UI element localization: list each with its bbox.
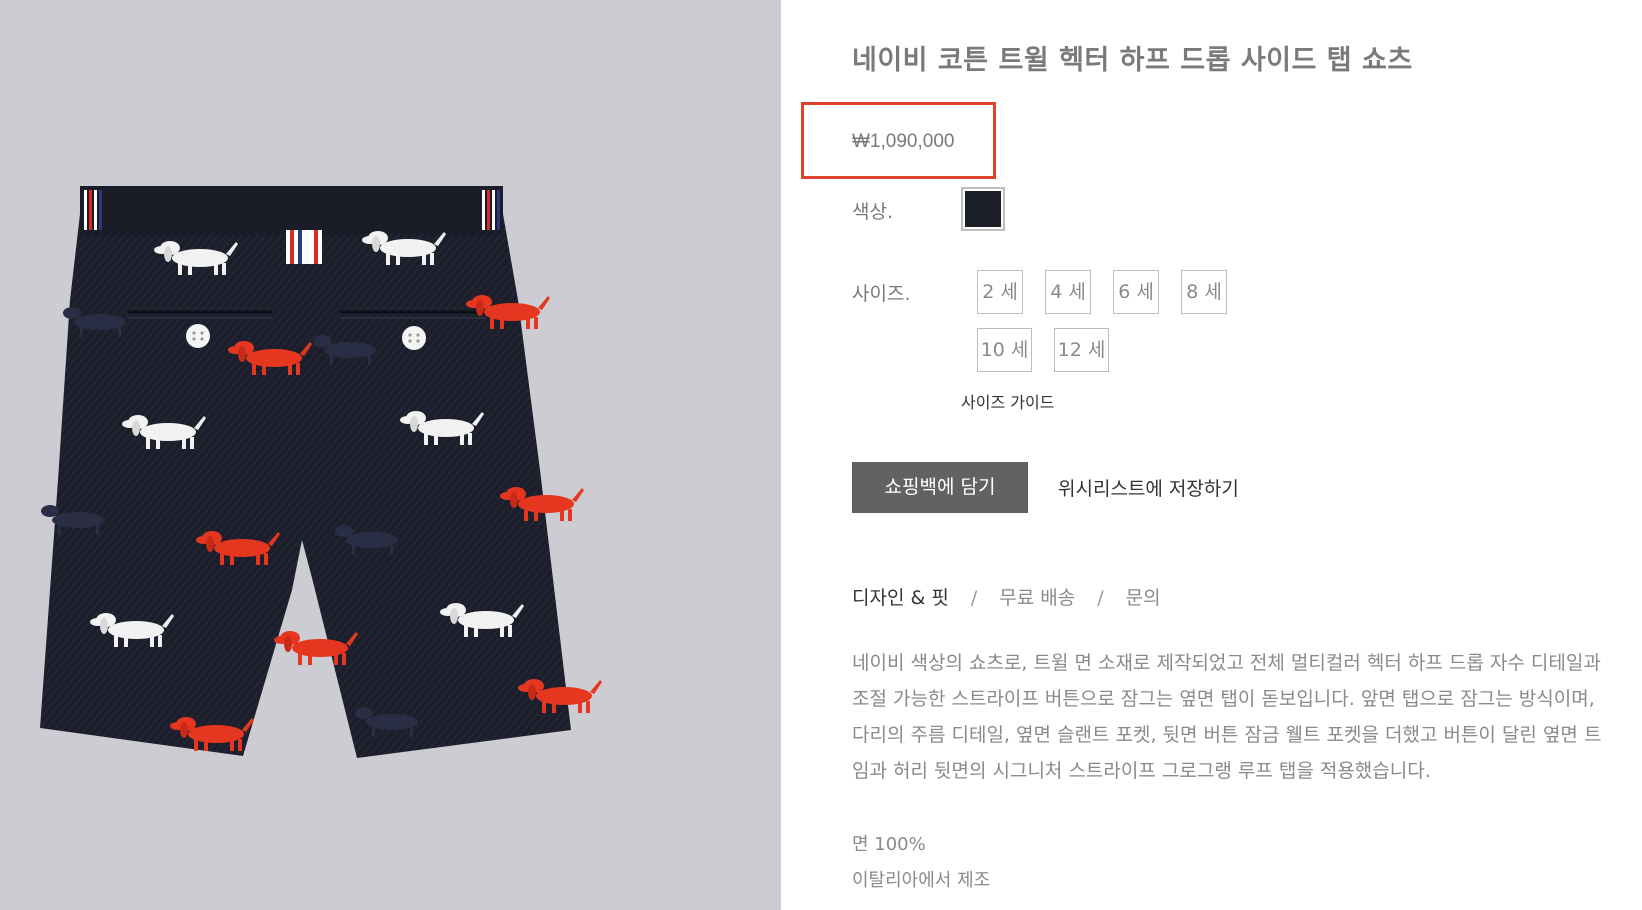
color-swatch-fill	[965, 191, 1001, 227]
tab-separator: /	[970, 587, 978, 609]
product-image	[40, 186, 602, 758]
add-to-bag-button[interactable]: 쇼핑백에 담기	[852, 462, 1028, 513]
size-option-2[interactable]: 2 세	[977, 270, 1023, 314]
size-option-8[interactable]: 8 세	[1181, 270, 1227, 314]
color-swatch-navy[interactable]	[961, 187, 1005, 231]
product-title: 네이비 코튼 트윌 헥터 하프 드롭 사이드 탭 쇼츠	[852, 45, 1413, 76]
product-image-panel	[0, 0, 781, 910]
size-option-4[interactable]: 4 세	[1045, 270, 1091, 314]
size-option-6[interactable]: 6 세	[1113, 270, 1159, 314]
tab-design-fit[interactable]: 디자인 & 핏	[852, 587, 949, 609]
size-label: 사이즈.	[852, 283, 911, 305]
tab-inquiry[interactable]: 문의	[1126, 587, 1161, 609]
color-label: 색상.	[852, 201, 893, 223]
size-option-10[interactable]: 10 세	[977, 328, 1032, 372]
size-option-12[interactable]: 12 세	[1054, 328, 1109, 372]
size-guide-link[interactable]: 사이즈 가이드	[961, 389, 1054, 413]
product-composition: 면 100%	[852, 834, 926, 855]
product-origin: 이탈리아에서 제조	[852, 870, 991, 891]
tab-separator: /	[1097, 587, 1104, 609]
tab-free-shipping[interactable]: 무료 배송	[999, 587, 1075, 609]
product-info-panel: 네이비 코튼 트윌 헥터 하프 드롭 사이드 탭 쇼츠 ₩1,090,000 색…	[781, 0, 1642, 910]
product-price: ₩1,090,000	[852, 131, 955, 152]
info-tabs: 디자인 & 핏 / 무료 배송 / 문의	[852, 583, 1161, 610]
product-description: 네이비 색상의 쇼츠로, 트윌 면 소재로 제작되었고 전체 멀티컬러 헥터 하…	[852, 652, 1602, 782]
save-to-wishlist-link[interactable]: 위시리스트에 저장하기	[1058, 474, 1239, 501]
